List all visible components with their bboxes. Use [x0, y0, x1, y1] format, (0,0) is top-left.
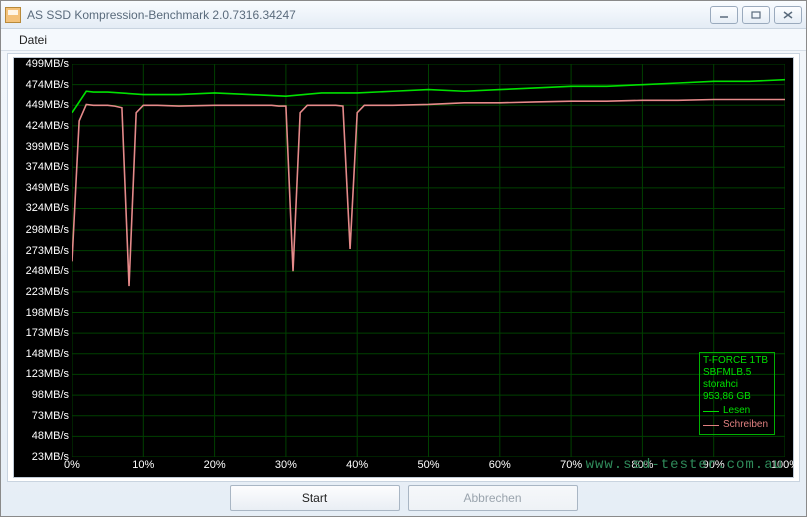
y-tick-label: 324MB/s	[26, 202, 69, 214]
legend-write-swatch	[703, 425, 719, 426]
y-tick-label: 399MB/s	[26, 141, 69, 153]
y-axis: 499MB/s474MB/s449MB/s424MB/s399MB/s374MB…	[14, 64, 71, 457]
y-tick-label: 374MB/s	[26, 161, 69, 173]
y-tick-label: 298MB/s	[26, 224, 69, 236]
x-tick-label: 70%	[560, 459, 582, 471]
legend-write: Schreiben	[703, 419, 771, 431]
chart-svg	[72, 64, 785, 457]
button-row: Start Abbrechen	[7, 485, 800, 511]
y-tick-label: 148MB/s	[26, 348, 69, 360]
minimize-button[interactable]	[710, 6, 738, 24]
legend-box: T-FORCE 1TB SBFMLB.5 storahci 953,86 GB …	[699, 352, 775, 435]
window-title: AS SSD Kompression-Benchmark 2.0.7316.34…	[27, 8, 710, 22]
close-icon	[783, 11, 793, 19]
x-tick-label: 30%	[275, 459, 297, 471]
cancel-button[interactable]: Abbrechen	[408, 485, 578, 511]
legend-write-label: Schreiben	[723, 419, 768, 431]
y-tick-label: 173MB/s	[26, 327, 69, 339]
y-tick-label: 198MB/s	[26, 307, 69, 319]
chart-plot-area: T-FORCE 1TB SBFMLB.5 storahci 953,86 GB …	[72, 64, 785, 457]
app-icon	[5, 7, 21, 23]
x-tick-label: 40%	[346, 459, 368, 471]
y-tick-label: 273MB/s	[26, 245, 69, 257]
legend-read-swatch	[703, 411, 719, 412]
menubar: Datei	[1, 29, 806, 51]
y-tick-label: 123MB/s	[26, 368, 69, 380]
chart-container: 499MB/s 474MB/s 449MB/s 424MB/s 399MB/s 374MB…	[13, 57, 794, 478]
maximize-icon	[751, 11, 761, 19]
maximize-button[interactable]	[742, 6, 770, 24]
y-tick-label: 499MB/s	[26, 58, 69, 70]
x-tick-label: 60%	[489, 459, 511, 471]
start-button[interactable]: Start	[230, 485, 400, 511]
x-tick-label: 20%	[204, 459, 226, 471]
y-tick-label: 73MB/s	[32, 410, 69, 422]
content-panel: 499MB/s 474MB/s 449MB/s 424MB/s 399MB/s 374MB…	[7, 53, 800, 482]
y-tick-label: 349MB/s	[26, 182, 69, 194]
watermark: www.ssd-tester.com.au	[586, 457, 783, 473]
y-tick-label: 424MB/s	[26, 120, 69, 132]
y-tick-label: 48MB/s	[32, 430, 69, 442]
x-tick-label: 0%	[64, 459, 80, 471]
y-tick-label: 98MB/s	[32, 389, 69, 401]
x-tick-label: 50%	[417, 459, 439, 471]
y-tick-label: 449MB/s	[26, 99, 69, 111]
y-tick-label: 223MB/s	[26, 286, 69, 298]
y-tick-label: 474MB/s	[26, 79, 69, 91]
x-tick-label: 10%	[132, 459, 154, 471]
legend-read-label: Lesen	[723, 405, 750, 417]
legend-device: T-FORCE 1TB	[703, 355, 771, 367]
titlebar: AS SSD Kompression-Benchmark 2.0.7316.34…	[1, 1, 806, 29]
menu-file[interactable]: Datei	[13, 31, 53, 49]
legend-read: Lesen	[703, 405, 771, 417]
app-window: AS SSD Kompression-Benchmark 2.0.7316.34…	[0, 0, 807, 517]
close-button[interactable]	[774, 6, 802, 24]
minimize-icon	[719, 11, 729, 19]
y-tick-label: 248MB/s	[26, 265, 69, 277]
legend-driver: storahci	[703, 379, 771, 391]
legend-firmware: SBFMLB.5	[703, 367, 771, 379]
legend-capacity: 953,86 GB	[703, 391, 771, 403]
window-controls	[710, 6, 802, 24]
